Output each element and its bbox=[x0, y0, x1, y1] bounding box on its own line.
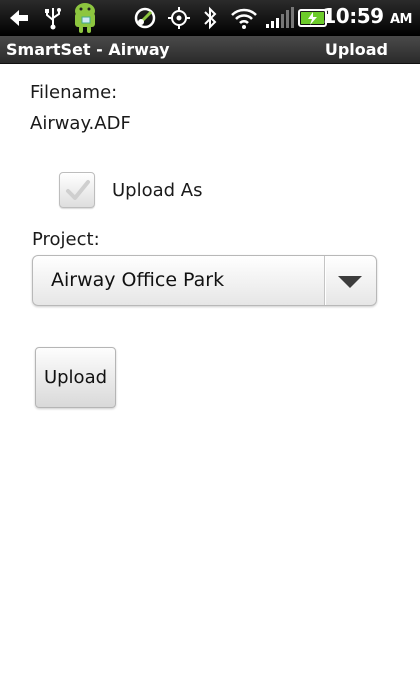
title-bar: SmartSet - Airway Upload bbox=[0, 36, 420, 64]
back-icon bbox=[8, 6, 30, 30]
wifi-icon bbox=[230, 6, 258, 30]
filename-label: Filename: bbox=[30, 82, 118, 103]
bluetooth-icon bbox=[203, 6, 217, 30]
project-label: Project: bbox=[32, 229, 100, 250]
status-bar: 10:59 AM bbox=[0, 0, 420, 36]
dropdown-divider bbox=[324, 256, 325, 305]
upload-as-checkbox[interactable] bbox=[59, 172, 95, 208]
cell-signal-icon bbox=[265, 6, 295, 30]
app-title: SmartSet - Airway bbox=[6, 40, 170, 59]
filename-value: Airway.ADF bbox=[30, 113, 131, 134]
check-icon bbox=[66, 180, 90, 200]
upload-as-label: Upload As bbox=[112, 180, 203, 201]
upload-button[interactable]: Upload bbox=[35, 347, 116, 408]
usb-icon bbox=[44, 6, 62, 30]
project-selected-value: Airway Office Park bbox=[51, 269, 225, 291]
android-icon bbox=[70, 2, 100, 34]
signal-ring-icon bbox=[133, 6, 157, 30]
gps-icon bbox=[167, 6, 191, 30]
title-upload-label: Upload bbox=[324, 40, 388, 59]
project-dropdown[interactable]: Airway Office Park bbox=[32, 255, 377, 306]
chevron-down-icon bbox=[338, 276, 362, 288]
clock: 10:59 AM bbox=[322, 4, 412, 28]
